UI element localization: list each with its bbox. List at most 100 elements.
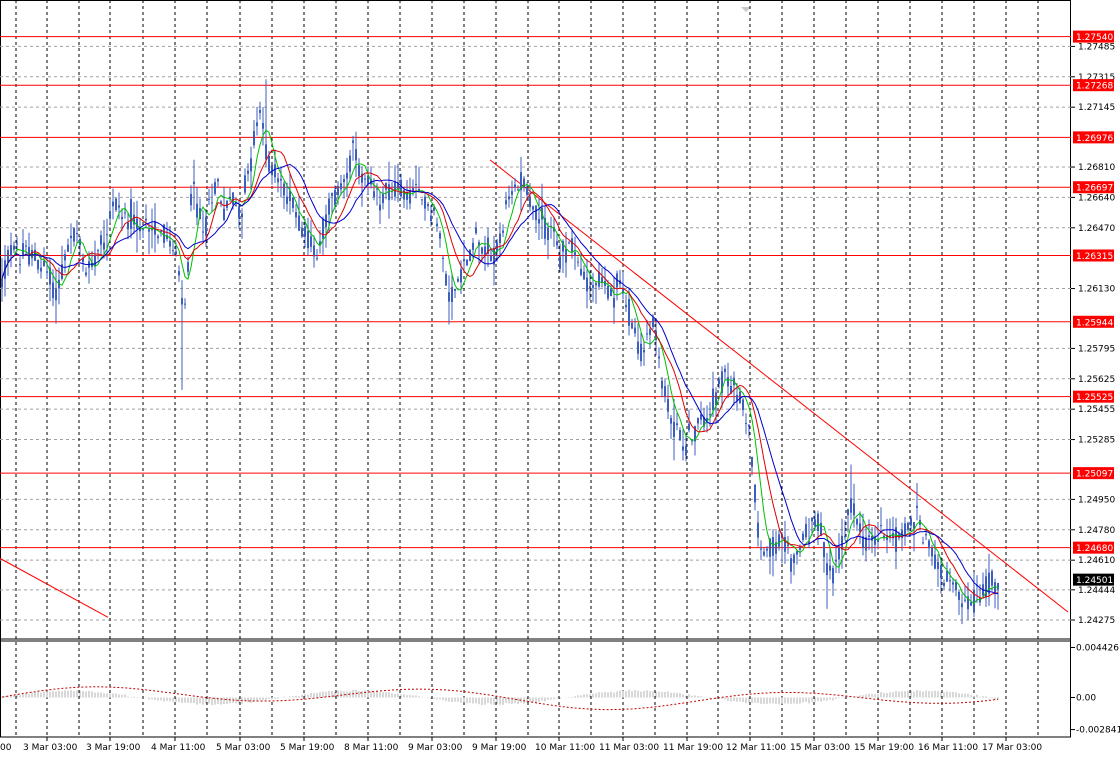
candle-body [274,164,276,178]
y-tick-label: 1.27145 [1078,103,1115,113]
forex-chart-window: 1.27485 1.27315 1.27145 1.26810 1.26640 1.264… [0,0,1120,758]
candle-body [322,219,324,239]
y-tick-label: 1.25795 [1078,344,1115,354]
candle-body [796,551,798,555]
candle-body [916,505,918,508]
candle-body [337,185,339,196]
candle-body [271,164,273,176]
candle-body [643,349,645,353]
candle-body [52,282,54,299]
candle-body [793,554,795,563]
candle-body [580,268,582,276]
candle-body [316,258,318,260]
candle-body [19,264,21,266]
x-tick-label: 15 Mar 03:00 [790,743,850,753]
candle-body [94,255,96,267]
candle-body [859,523,861,532]
candle-body [928,540,930,549]
candle-body [505,200,507,205]
candle-body [457,278,459,282]
candle-body [349,155,351,172]
candle-body [484,246,486,255]
candle-body [328,198,330,215]
level-price-label: 1.25944 [1076,318,1113,328]
candle-body [790,558,792,572]
candle-body [961,603,963,608]
candle-body [238,206,240,219]
candle-body [25,245,27,247]
candle-body [175,251,177,255]
candle-body [265,144,267,160]
candle-body [475,227,477,234]
candle-body [934,554,936,569]
x-tick-label: 17 Mar 03:00 [982,743,1042,753]
x-tick-label: 10 Mar 11:00 [535,743,595,753]
level-price-label: 1.26315 [1076,252,1113,262]
candle-body [106,234,108,236]
current-price-label: 1.24501 [1076,576,1113,586]
candle-body [547,227,549,241]
candle-body [760,548,762,550]
y-tick-label: 1.24444 [1078,586,1115,596]
candle-body [577,261,579,263]
candle-body [679,429,681,441]
candle-body [805,524,807,538]
candle-body [661,380,663,389]
candle-body [118,205,120,208]
candle-body [907,523,909,530]
candle-body [922,542,924,544]
candle-body [697,417,699,424]
candle-body [835,559,837,562]
candle-body [727,377,729,387]
price-chart-svg[interactable]: 1.274851.273151.271451.268101.266401.264… [0,0,1120,758]
x-tick-label: 5 Mar 19:00 [280,743,335,753]
candle-body [667,399,669,412]
candle-body [85,272,87,276]
candle-body [910,518,912,526]
candle-body [421,199,423,201]
candle-body [355,149,357,161]
candle-body [682,446,684,451]
level-price-label: 1.25525 [1076,393,1113,403]
candle-body [184,303,186,305]
candle-body [115,198,117,211]
candle-body [847,509,849,516]
candle-body [415,183,417,185]
candle-body [607,285,609,299]
candle-body [778,534,780,547]
candle-body [22,243,24,255]
osc-y-tick-label: -0.002841 [1076,726,1120,736]
x-tick-label: 4 Mar 11:00 [151,743,206,753]
candle-body [538,219,540,224]
candle-body [286,196,288,205]
candle-body [571,238,573,252]
candle-body [223,208,225,220]
candle-body [718,379,720,384]
candle-body [709,414,711,416]
candle-body [952,582,954,585]
candle-body [211,202,213,204]
y-tick-label: 1.24780 [1078,526,1115,536]
candle-body [772,537,774,556]
candle-body [7,250,9,263]
candle-body [802,533,804,540]
x-tick-label: 00 [0,743,12,753]
candle-body [280,178,282,181]
candle-body [46,271,48,273]
candle-body [949,580,951,582]
candle-body [508,196,510,200]
candle-body [310,236,312,247]
candle-body [814,519,816,527]
candle-body [817,513,819,532]
candle-body [988,572,990,594]
candle-body [757,522,759,538]
x-tick-label: 11 Mar 19:00 [663,743,723,753]
level-price-label: 1.27268 [1076,82,1113,92]
candle-body [535,205,537,221]
candle-body [256,122,258,127]
candle-body [388,184,390,201]
candle-body [112,201,114,207]
candle-body [64,254,66,261]
candle-body [358,165,360,177]
x-tick-label: 15 Mar 19:00 [854,743,914,753]
